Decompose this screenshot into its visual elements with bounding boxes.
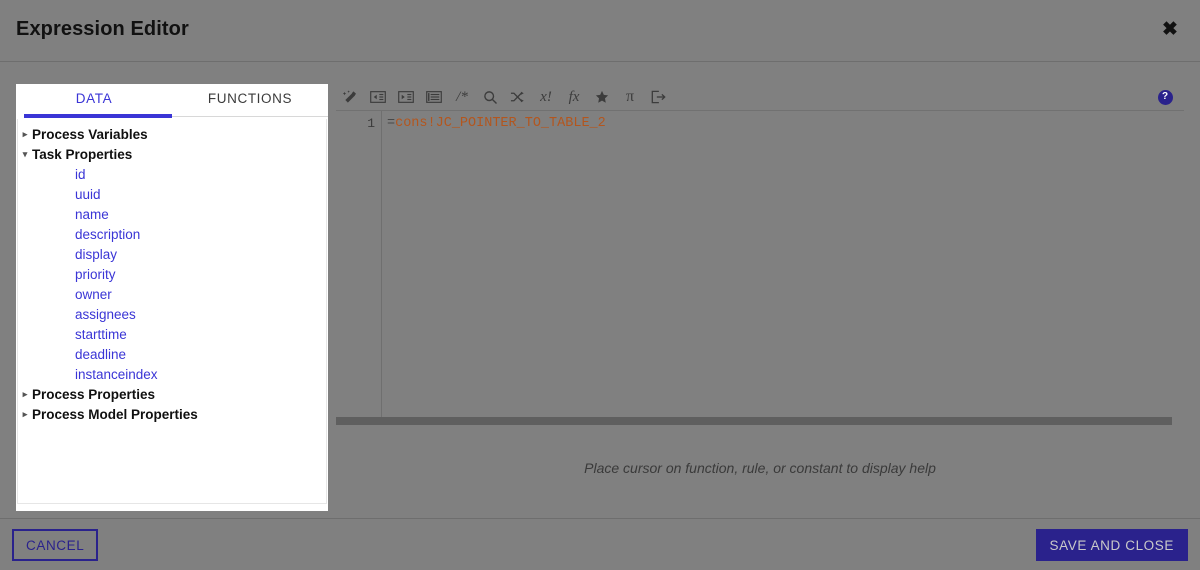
tab-data[interactable]: DATA <box>16 84 172 114</box>
tab-functions[interactable]: FUNCTIONS <box>172 84 328 114</box>
code-token-equals: = <box>387 116 396 131</box>
tree-item-priority[interactable]: priority <box>18 264 326 284</box>
favorite-star-icon[interactable] <box>588 85 616 110</box>
tree-node-task-properties[interactable]: ▾ Task Properties <box>18 144 326 164</box>
outdent-icon[interactable] <box>364 85 392 110</box>
function-icon-glyph: fx <box>568 88 580 105</box>
panel-tabs: DATA FUNCTIONS <box>16 84 328 118</box>
help-icon[interactable]: ? <box>1152 85 1178 110</box>
tree-item-deadline[interactable]: deadline <box>18 344 326 364</box>
chevron-down-icon: ▾ <box>22 149 28 159</box>
variable-icon[interactable]: x! <box>532 85 560 110</box>
code-editor[interactable]: 1 =cons!JC_POINTER_TO_TABLE_2 <box>336 111 1184 419</box>
tab-active-underline <box>24 114 172 118</box>
cancel-button[interactable]: CANCEL <box>12 529 99 561</box>
tree-node-label: Process Properties <box>32 386 156 402</box>
editor-toolbar: /* x! fx π ? <box>336 84 1184 111</box>
help-panel: Place cursor on function, rule, or const… <box>336 425 1184 511</box>
tab-divider <box>172 116 328 117</box>
tree-item-description[interactable]: description <box>18 224 326 244</box>
line-number-gutter: 1 <box>336 111 382 419</box>
export-icon[interactable] <box>644 85 672 110</box>
chevron-right-icon: ▸ <box>22 409 28 419</box>
shuffle-icon[interactable] <box>504 85 532 110</box>
function-icon[interactable]: fx <box>560 85 588 110</box>
editor-horizontal-scrollbar[interactable] <box>336 417 1172 425</box>
dialog-footer: CANCEL SAVE AND CLOSE <box>0 518 1200 570</box>
editor-scrollbar-corner <box>1172 417 1184 425</box>
page-title: Expression Editor <box>16 18 189 40</box>
chevron-right-icon: ▸ <box>22 389 28 399</box>
tree-item-display[interactable]: display <box>18 244 326 264</box>
tree-node-process-variables[interactable]: ▸ Process Variables <box>18 124 326 144</box>
code-line-1: =cons!JC_POINTER_TO_TABLE_2 <box>383 113 1184 135</box>
align-icon[interactable] <box>420 85 448 110</box>
constant-pi-glyph: π <box>625 88 635 105</box>
tree-node-label: Process Model Properties <box>32 406 198 422</box>
tree-item-owner[interactable]: owner <box>18 284 326 304</box>
code-token-constant: cons!JC_POINTER_TO_TABLE_2 <box>395 116 606 131</box>
comment-icon[interactable]: /* <box>448 85 476 110</box>
tree-item-assignees[interactable]: assignees <box>18 304 326 324</box>
tree-item-instanceindex[interactable]: instanceindex <box>18 364 326 384</box>
format-magic-wand-icon[interactable] <box>336 85 364 110</box>
tree-item-name[interactable]: name <box>18 204 326 224</box>
tree-node-process-model-properties[interactable]: ▸ Process Model Properties <box>18 404 326 424</box>
constant-pi-icon[interactable]: π <box>616 85 644 110</box>
data-tree: ▸ Process Variables ▾ Task Properties id… <box>17 119 327 504</box>
tree-node-label: Task Properties <box>32 146 133 162</box>
help-message: Place cursor on function, rule, or const… <box>584 460 936 476</box>
tree-node-process-properties[interactable]: ▸ Process Properties <box>18 384 326 404</box>
indent-icon[interactable] <box>392 85 420 110</box>
dialog-header: Expression Editor ✖ <box>0 0 1200 62</box>
close-icon[interactable]: ✖ <box>1156 15 1184 43</box>
tree-node-label: Process Variables <box>32 126 148 142</box>
comment-icon-glyph: /* <box>456 88 468 105</box>
dialog-body: DATA FUNCTIONS ▸ Process Variables ▾ Tas… <box>0 62 1200 512</box>
help-icon-glyph: ? <box>1157 89 1173 105</box>
search-icon[interactable] <box>476 85 504 110</box>
data-panel: DATA FUNCTIONS ▸ Process Variables ▾ Tas… <box>16 84 328 511</box>
tree-item-starttime[interactable]: starttime <box>18 324 326 344</box>
tree-item-id[interactable]: id <box>18 164 326 184</box>
code-content[interactable]: =cons!JC_POINTER_TO_TABLE_2 <box>383 111 1184 419</box>
variable-icon-glyph: x! <box>540 88 552 105</box>
save-and-close-button[interactable]: SAVE AND CLOSE <box>1035 529 1188 561</box>
chevron-right-icon: ▸ <box>22 129 28 139</box>
expression-editor-column: /* x! fx π ? 1 =cons!JC_POINTER_TO_TABLE… <box>336 84 1184 511</box>
line-number: 1 <box>367 116 375 131</box>
tree-item-uuid[interactable]: uuid <box>18 184 326 204</box>
